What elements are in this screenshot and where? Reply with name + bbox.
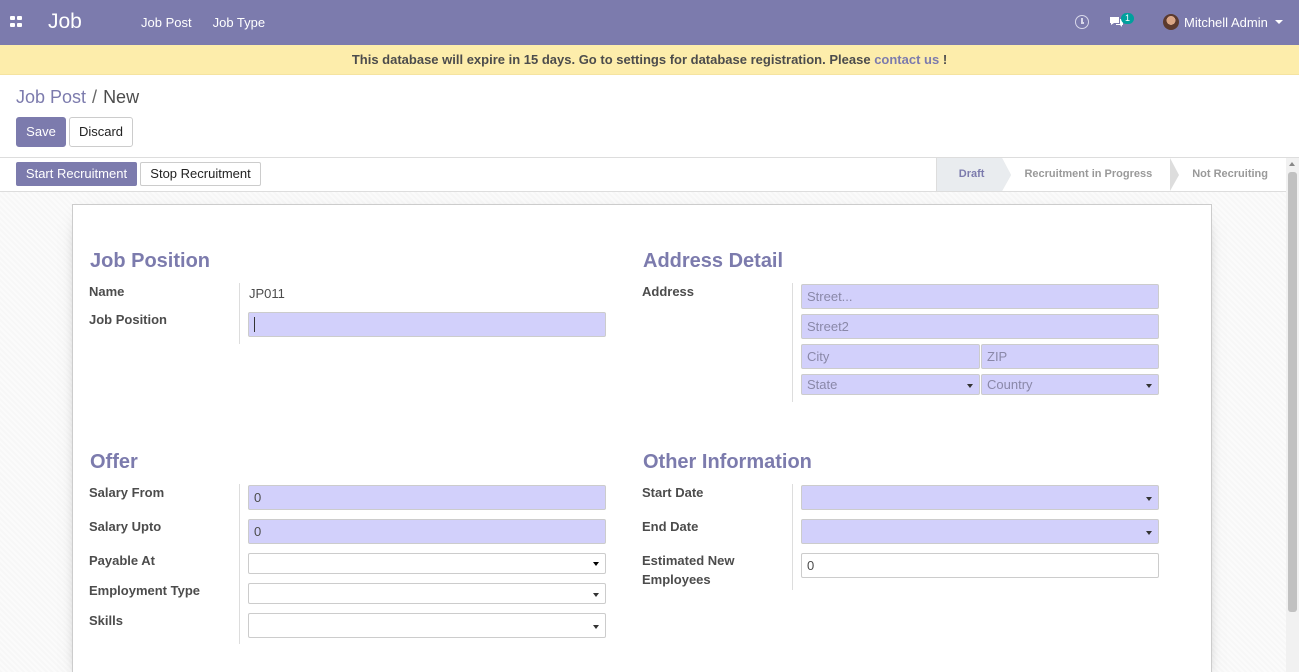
discard-button[interactable]: Discard bbox=[69, 117, 133, 147]
breadcrumb: Job Post / New bbox=[16, 87, 139, 108]
user-avatar[interactable] bbox=[1163, 14, 1179, 30]
menu-item-job-type[interactable]: Job Type bbox=[213, 15, 266, 30]
address-detail-section-title: Address Detail bbox=[643, 250, 784, 272]
apps-menu-icon[interactable] bbox=[10, 16, 23, 27]
field-separator bbox=[239, 283, 240, 344]
warning-text: This database will expire in 15 days. Go… bbox=[351, 52, 871, 67]
estimated-label-line2: Employees bbox=[642, 572, 711, 587]
salary-upto-input[interactable]: 0 bbox=[248, 519, 606, 544]
salary-from-input[interactable]: 0 bbox=[248, 485, 606, 510]
address-label: Address bbox=[642, 284, 695, 299]
chevron-down-icon bbox=[593, 562, 599, 566]
contact-us-link[interactable]: contact us bbox=[874, 52, 939, 67]
chat-count-badge: 1 bbox=[1121, 13, 1135, 24]
estimated-new-employees-input[interactable]: 0 bbox=[801, 553, 1159, 578]
zip-input[interactable]: ZIP bbox=[981, 344, 1159, 369]
estimated-new-employees-label: Estimated New Employees bbox=[642, 551, 734, 589]
stage-recruitment-in-progress[interactable]: Recruitment in Progress bbox=[1002, 158, 1170, 191]
name-label: Name bbox=[89, 284, 125, 299]
menu-item-job-post[interactable]: Job Post bbox=[141, 15, 192, 30]
offer-section-title: Offer bbox=[90, 451, 138, 473]
field-separator bbox=[792, 484, 793, 590]
payable-at-select[interactable] bbox=[248, 553, 606, 574]
country-select[interactable]: Country bbox=[981, 374, 1159, 395]
chevron-down-icon bbox=[1146, 531, 1152, 535]
field-separator bbox=[792, 283, 793, 402]
salary-from-label: Salary From bbox=[89, 485, 165, 500]
job-position-input[interactable] bbox=[248, 312, 606, 337]
job-position-label: Job Position bbox=[89, 312, 167, 327]
stage-draft[interactable]: Draft bbox=[935, 158, 1012, 191]
breadcrumb-current: New bbox=[103, 87, 140, 107]
state-select[interactable]: State bbox=[801, 374, 980, 395]
chevron-down-icon bbox=[593, 593, 599, 597]
estimated-label-line1: Estimated New bbox=[642, 553, 735, 568]
street2-input[interactable]: Street2 bbox=[801, 314, 1159, 339]
top-navbar: Job Job Post Job Type 1 Mitchell Admin bbox=[0, 0, 1299, 45]
country-placeholder: Country bbox=[987, 377, 1033, 392]
start-date-label: Start Date bbox=[642, 485, 704, 500]
app-name: Job bbox=[48, 10, 82, 33]
job-position-section-title: Job Position bbox=[90, 250, 210, 272]
employment-type-select[interactable] bbox=[248, 583, 606, 604]
save-button[interactable]: Save bbox=[16, 117, 66, 147]
text-cursor bbox=[254, 317, 255, 332]
start-date-input[interactable] bbox=[801, 485, 1159, 510]
form-sheet bbox=[72, 204, 1212, 672]
state-placeholder: State bbox=[807, 377, 838, 392]
start-recruitment-button[interactable]: Start Recruitment bbox=[16, 162, 137, 186]
employment-type-label: Employment Type bbox=[89, 583, 201, 598]
end-date-label: End Date bbox=[642, 519, 699, 534]
user-menu-name[interactable]: Mitchell Admin bbox=[1184, 15, 1268, 30]
scrollbar-thumb[interactable] bbox=[1288, 172, 1297, 612]
payable-at-label: Payable At bbox=[89, 553, 155, 568]
scroll-up-icon[interactable] bbox=[1289, 162, 1295, 166]
city-input[interactable]: City bbox=[801, 344, 980, 369]
skills-label: Skills bbox=[89, 613, 123, 628]
form-statusbar: Start Recruitment Stop Recruitment Draft… bbox=[0, 158, 1286, 192]
main-menu: Job Post Job Type bbox=[141, 15, 286, 30]
breadcrumb-separator: / bbox=[92, 87, 98, 107]
chevron-down-icon bbox=[1146, 384, 1152, 388]
warning-suffix: ! bbox=[942, 52, 948, 67]
salary-upto-label: Salary Upto bbox=[89, 519, 162, 534]
breadcrumb-job-post[interactable]: Job Post bbox=[16, 87, 86, 107]
end-date-input[interactable] bbox=[801, 519, 1159, 544]
other-information-section-title: Other Information bbox=[643, 451, 812, 473]
field-separator bbox=[239, 484, 240, 644]
stage-pipeline: Draft Recruitment in Progress Not Recrui… bbox=[935, 158, 1286, 191]
stop-recruitment-button[interactable]: Stop Recruitment bbox=[140, 162, 261, 186]
page-scrollbar[interactable] bbox=[1286, 158, 1299, 672]
name-value: JP011 bbox=[249, 286, 285, 301]
chevron-down-icon bbox=[967, 384, 973, 388]
activity-clock-icon[interactable] bbox=[1075, 15, 1089, 29]
chevron-down-icon bbox=[593, 625, 599, 629]
chevron-down-icon bbox=[1146, 497, 1152, 501]
user-caret-icon[interactable] bbox=[1275, 20, 1283, 24]
skills-select[interactable] bbox=[248, 613, 606, 638]
stage-not-recruiting[interactable]: Not Recruiting bbox=[1170, 158, 1286, 191]
street-input[interactable]: Street... bbox=[801, 284, 1159, 309]
database-expiry-warning: This database will expire in 15 days. Go… bbox=[0, 45, 1299, 75]
